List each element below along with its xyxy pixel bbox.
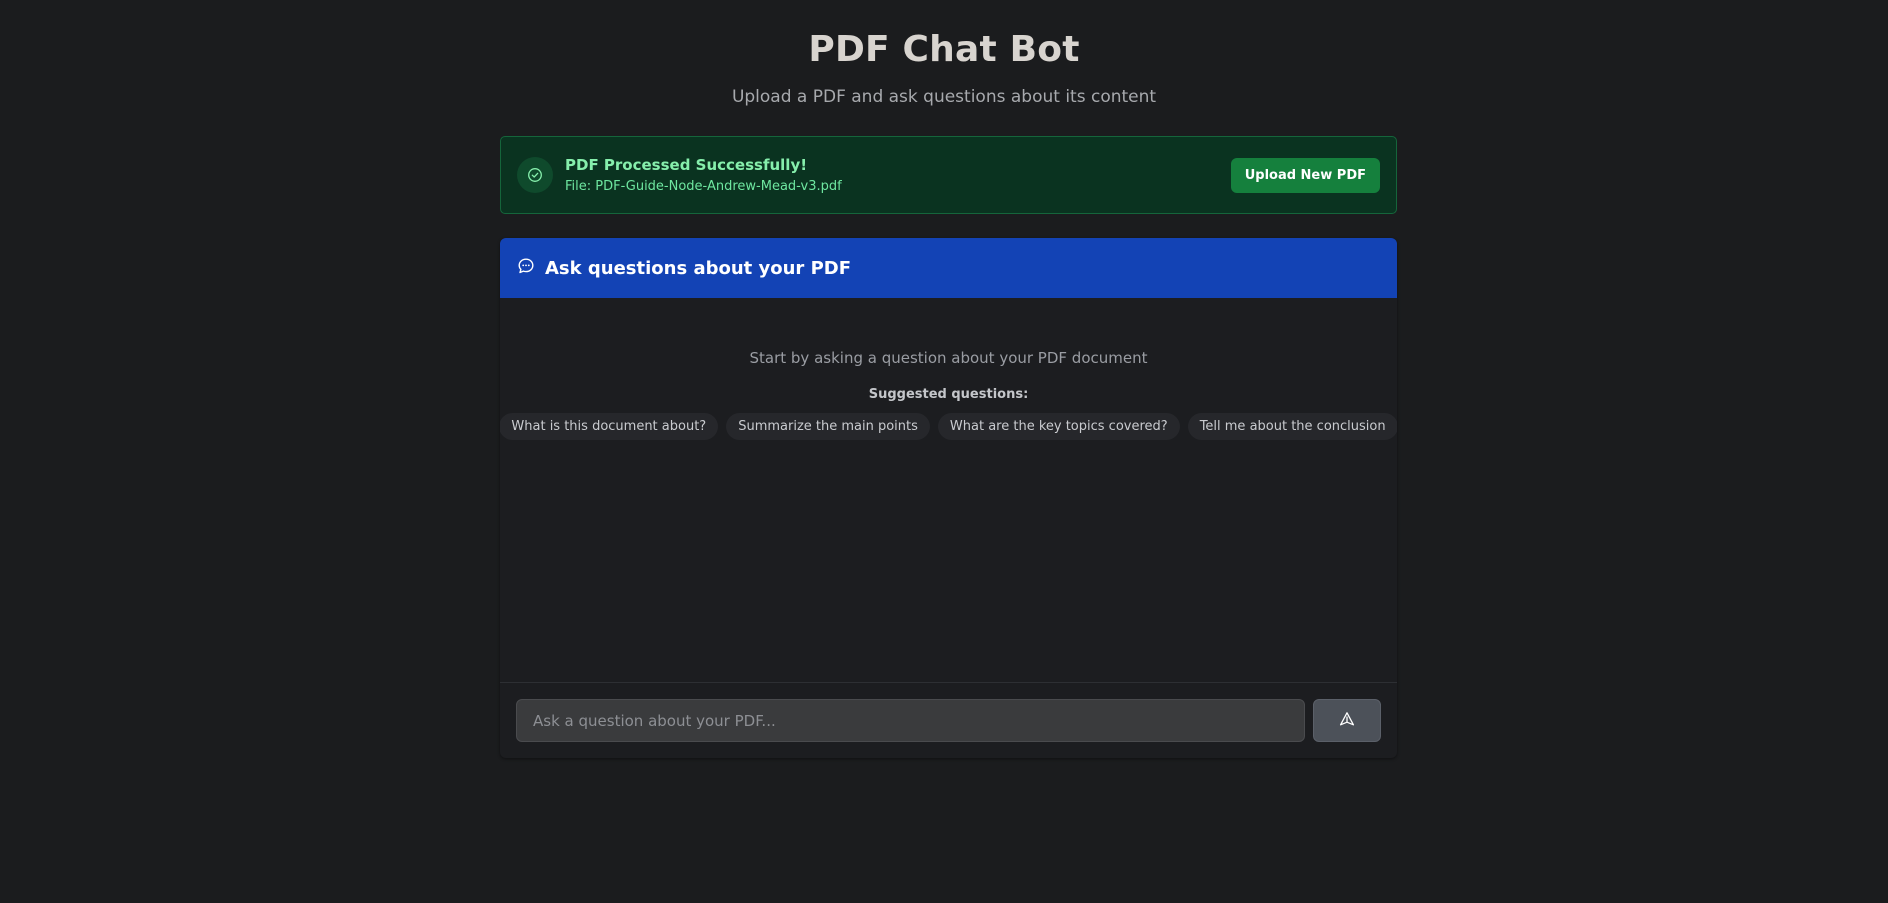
question-input[interactable] [516,699,1305,742]
page-header: PDF Chat Bot Upload a PDF and ask questi… [0,0,1888,108]
suggestion-chip[interactable]: What are the key topics covered? [937,413,1180,440]
chat-header: Ask questions about your PDF [500,238,1397,298]
page: PDF Chat Bot Upload a PDF and ask questi… [0,0,1888,903]
page-title: PDF Chat Bot [808,29,1080,70]
page-subtitle: Upload a PDF and ask questions about its… [731,87,1157,107]
suggestion-chip[interactable]: Tell me about the conclusion [1187,413,1397,440]
status-text: PDF Processed Successfully! File: PDF-Gu… [565,155,1231,195]
suggested-questions-label: Suggested questions: [868,387,1029,402]
empty-state-message: Start by asking a question about your PD… [749,349,1148,367]
chat-messages: Start by asking a question about your PD… [500,298,1397,682]
status-title: PDF Processed Successfully! [565,156,808,174]
send-button[interactable] [1313,699,1381,742]
pdf-status-card: PDF Processed Successfully! File: PDF-Gu… [500,136,1397,214]
send-icon [1339,711,1355,730]
status-file-name: File: PDF-Guide-Node-Andrew-Mead-v3.pdf [565,179,842,194]
chat-bubble-icon [517,257,535,279]
suggested-questions: What is this document about? Summarize t… [500,413,1397,440]
check-circle-icon [517,157,553,193]
chat-input-bar [500,682,1397,758]
upload-new-pdf-button[interactable]: Upload New PDF [1230,157,1380,193]
chat-title: Ask questions about your PDF [545,257,852,279]
suggestion-chip[interactable]: What is this document about? [500,413,719,440]
suggestion-chip[interactable]: Summarize the main points [726,413,930,440]
chat-panel: Ask questions about your PDF Start by as… [500,238,1397,758]
